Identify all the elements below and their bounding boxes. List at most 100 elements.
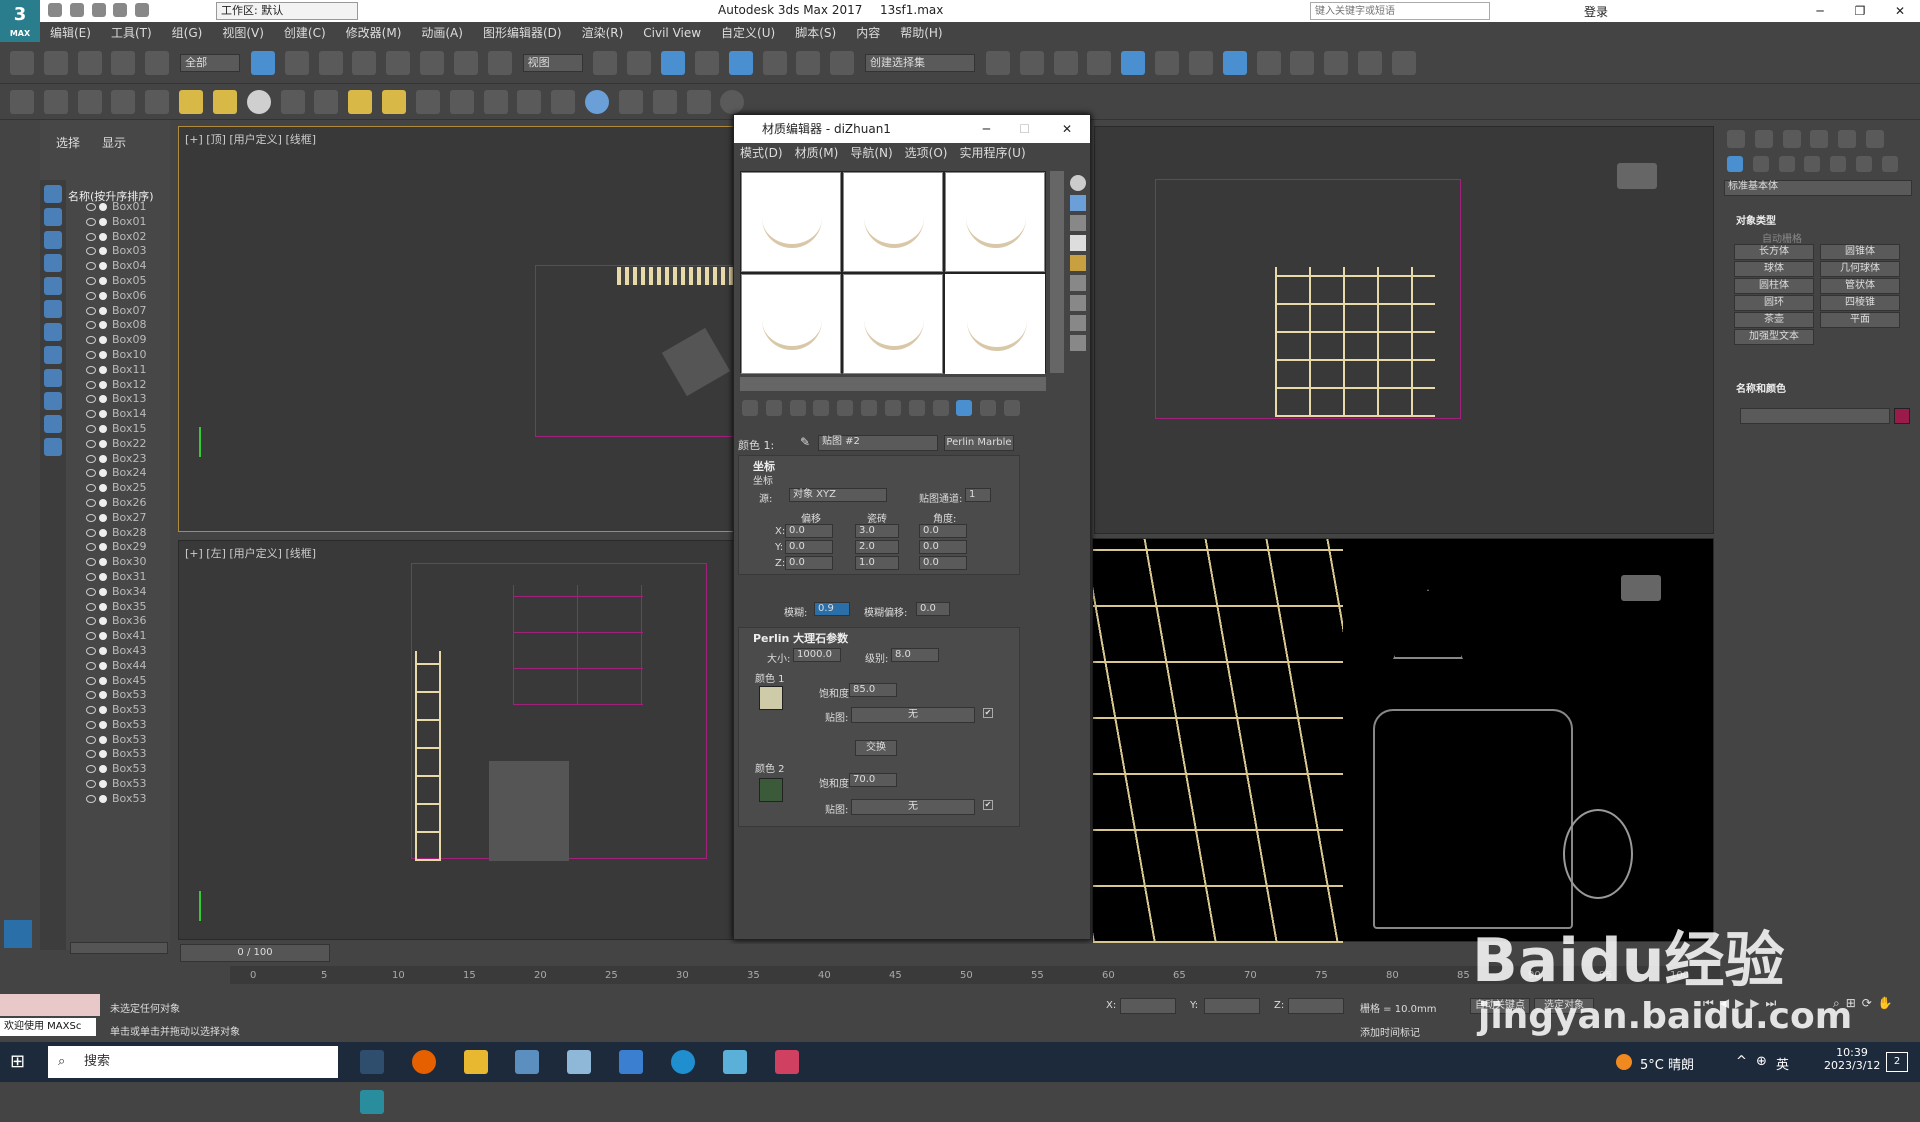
a360-icon[interactable]: [1391, 51, 1416, 75]
eye-icon[interactable]: [86, 291, 96, 300]
object-name-input[interactable]: [1740, 408, 1890, 424]
firefox-icon[interactable]: [411, 1050, 436, 1074]
eye-icon[interactable]: [86, 572, 96, 581]
menu-animation[interactable]: 动画(A): [411, 22, 473, 44]
list-item[interactable]: Box08: [68, 318, 168, 333]
list-item[interactable]: Box53: [68, 688, 168, 703]
curve-editor-icon[interactable]: [1155, 51, 1180, 75]
offset-x-spinner[interactable]: 0.0: [785, 524, 833, 538]
image-icon[interactable]: [77, 90, 102, 114]
cone-icon[interactable]: [314, 90, 339, 114]
eye-icon[interactable]: [86, 765, 96, 774]
size-spinner[interactable]: 1000.0: [793, 648, 841, 662]
viewport-top[interactable]: [+] [顶] [用户定义] [线框]: [178, 126, 745, 532]
list-item[interactable]: Box53: [68, 777, 168, 792]
primitive-button[interactable]: 圆柱体: [1734, 278, 1814, 294]
eye-icon[interactable]: [86, 720, 96, 729]
cloud-icon[interactable]: [43, 90, 68, 114]
list-item[interactable]: Box43: [68, 644, 168, 659]
eye-icon[interactable]: [86, 706, 96, 715]
utilities-tab-icon[interactable]: [1866, 130, 1885, 148]
notes-icon[interactable]: [722, 1050, 747, 1074]
assign-material-icon[interactable]: [789, 400, 806, 416]
render-iterative-icon[interactable]: [1357, 51, 1382, 75]
background-icon[interactable]: [1070, 215, 1086, 231]
viewport-left[interactable]: [+] [左] [用户定义] [线框]: [178, 540, 738, 940]
filter-helpers-icon[interactable]: [44, 277, 62, 295]
filter-geometry-icon[interactable]: [44, 185, 62, 203]
tiling-y-spinner[interactable]: 2.0: [855, 540, 899, 554]
eye-icon[interactable]: [86, 602, 96, 611]
primitive-button[interactable]: 球体: [1734, 261, 1814, 277]
hemisphere-icon[interactable]: [212, 90, 237, 114]
window-crossing-icon[interactable]: [352, 51, 377, 75]
mat-menu-utilities[interactable]: 实用程序(U): [953, 146, 1031, 160]
show-end-result-icon[interactable]: [932, 400, 949, 416]
blur-offset-spinner[interactable]: 0.0: [916, 602, 950, 616]
list-item[interactable]: Box53: [68, 792, 168, 807]
eye-icon[interactable]: [86, 794, 96, 803]
sample-slot[interactable]: [945, 172, 1045, 272]
list-item[interactable]: Box45: [68, 674, 168, 689]
source-dropdown[interactable]: 对象 XYZ: [789, 488, 887, 502]
lights-icon[interactable]: [1778, 156, 1795, 172]
viewport-front[interactable]: [1094, 126, 1714, 534]
filter-xrefs-icon[interactable]: [44, 346, 62, 364]
eye-icon[interactable]: [86, 632, 96, 641]
list-item[interactable]: Box09: [68, 333, 168, 348]
viewport-top-label[interactable]: [+] [顶] [用户定义] [线框]: [185, 131, 316, 147]
link-icon[interactable]: [77, 51, 102, 75]
spacewarps-icon[interactable]: [1856, 156, 1873, 172]
eye-icon[interactable]: [86, 543, 96, 552]
eye-icon[interactable]: [86, 336, 96, 345]
eye-icon[interactable]: [86, 232, 96, 241]
sphere-icon[interactable]: [246, 90, 271, 114]
list-item[interactable]: Box53: [68, 703, 168, 718]
color1-saturation-spinner[interactable]: 85.0: [849, 683, 897, 697]
eye-icon[interactable]: [86, 365, 96, 374]
tab-display[interactable]: 显示: [102, 134, 126, 151]
place-icon[interactable]: [487, 51, 512, 75]
tiling-z-spinner[interactable]: 1.0: [855, 556, 899, 570]
angle-x-spinner[interactable]: 0.0: [919, 524, 967, 538]
primitive-button[interactable]: 茶壶: [1734, 312, 1814, 328]
close-button[interactable]: ✕: [1880, 0, 1920, 22]
sample-type-icon[interactable]: [1070, 175, 1086, 191]
list-item[interactable]: Box07: [68, 304, 168, 319]
redo-icon[interactable]: [135, 3, 150, 17]
help-icon[interactable]: [720, 90, 745, 114]
create-plane-icon[interactable]: [10, 90, 34, 114]
make-preview-icon[interactable]: [1070, 275, 1086, 291]
list-item[interactable]: Box27: [68, 511, 168, 526]
maxscript-mini-listener[interactable]: 欢迎使用 MAXSc: [0, 1018, 96, 1036]
keyboard-shortcut-icon[interactable]: [661, 51, 686, 75]
percent-snap-icon[interactable]: [762, 51, 787, 75]
display-tab-icon[interactable]: [1838, 130, 1857, 148]
primitive-button[interactable]: 加强型文本: [1734, 329, 1814, 345]
blur-spinner[interactable]: 0.9: [814, 602, 850, 616]
save-icon[interactable]: [91, 3, 106, 17]
menu-group[interactable]: 组(G): [162, 22, 213, 44]
select-by-material-icon[interactable]: [1070, 315, 1086, 331]
selection-filter-dropdown[interactable]: 全部: [180, 54, 241, 72]
list-item[interactable]: Box31: [68, 570, 168, 585]
dynamics-icon[interactable]: [449, 90, 474, 114]
list-item[interactable]: Box26: [68, 496, 168, 511]
align-icon[interactable]: [1019, 51, 1044, 75]
eye-icon[interactable]: [86, 676, 96, 685]
map-name-dropdown[interactable]: 贴图 #2: [818, 435, 938, 451]
particles-icon[interactable]: [415, 90, 440, 114]
tray-chevron-icon[interactable]: ^: [1736, 1054, 1747, 1069]
eye-icon[interactable]: [86, 350, 96, 359]
render-icon[interactable]: [652, 90, 677, 114]
menu-edit[interactable]: 编辑(E): [40, 22, 101, 44]
menu-tools[interactable]: 工具(T): [101, 22, 162, 44]
color1-swatch[interactable]: [759, 686, 783, 710]
time-slider[interactable]: 0 / 100: [180, 944, 330, 962]
eye-icon[interactable]: [86, 439, 96, 448]
eye-icon[interactable]: [86, 321, 96, 330]
file-explorer-icon[interactable]: [463, 1050, 488, 1074]
render-production-icon[interactable]: [1324, 51, 1349, 75]
eye-icon[interactable]: [86, 203, 96, 211]
eye-icon[interactable]: [86, 484, 96, 493]
